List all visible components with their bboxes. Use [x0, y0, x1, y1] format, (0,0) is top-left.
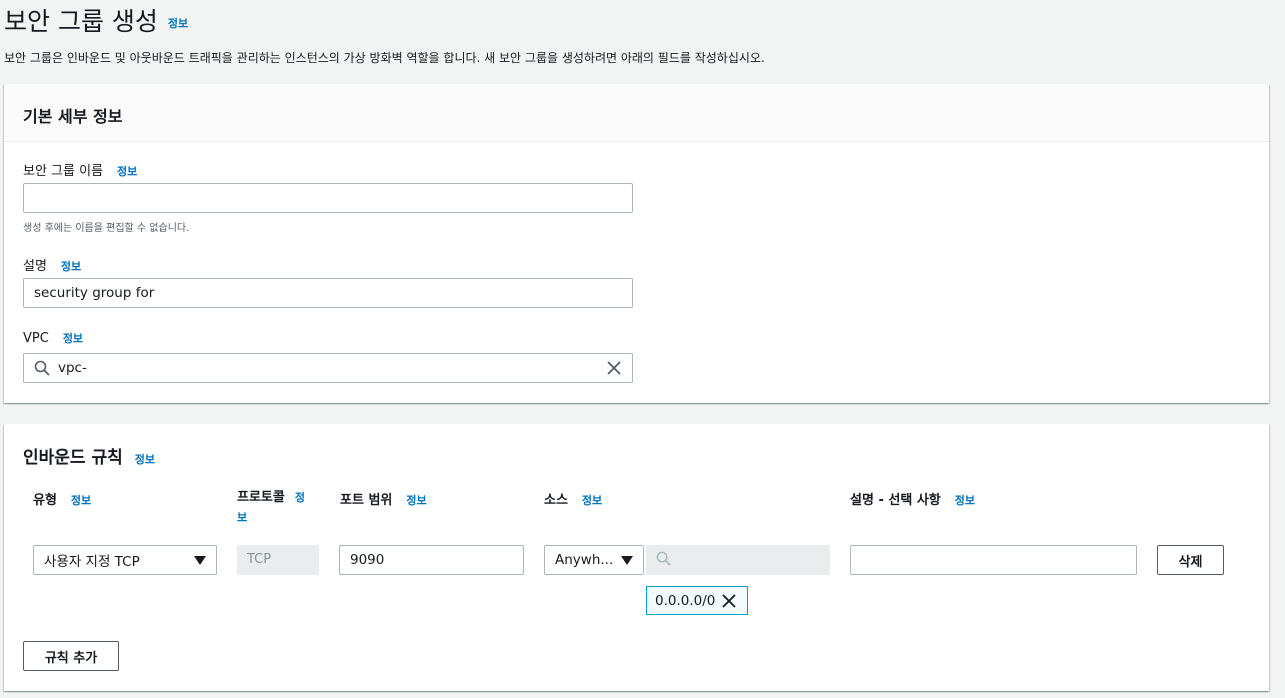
search-icon — [656, 551, 671, 566]
sg-desc-label: 설명 정보 — [23, 255, 81, 274]
sg-desc-label-text: 설명 — [23, 259, 47, 274]
inbound-info-link[interactable]: 정보 — [135, 451, 155, 467]
sg-desc-info-link[interactable]: 정보 — [61, 258, 81, 274]
remove-token-icon[interactable] — [721, 593, 737, 609]
inbound-rules-panel: 인바운드 규칙 정보 유형 정보 프로토콜 정 보 포트 범위 정보 소스 정보 … — [4, 424, 1269, 691]
col-type-label: 유형 — [33, 493, 57, 508]
col-port-label: 포트 범위 — [340, 493, 393, 508]
col-source-info-link[interactable]: 정보 — [582, 492, 602, 508]
col-protocol-header: 프로토콜 정 보 — [237, 488, 315, 528]
col-type-header: 유형 정보 — [33, 489, 91, 508]
sg-name-info-link[interactable]: 정보 — [117, 163, 137, 179]
col-desc-header: 설명 - 선택 사항 정보 — [850, 489, 975, 508]
vpc-search-value: vpc- — [58, 360, 87, 376]
vpc-label-text: VPC — [23, 331, 49, 346]
add-rule-button[interactable]: 규칙 추가 — [23, 641, 119, 671]
caret-down-icon — [621, 555, 633, 565]
rule-source-cidr-search[interactable] — [646, 545, 830, 575]
page-description: 보안 그룹은 인바운드 및 아웃바운드 트래픽을 관리하는 인스턴스의 가상 방… — [4, 51, 765, 65]
delete-rule-button[interactable]: 삭제 — [1157, 545, 1224, 575]
basic-details-heading: 기본 세부 정보 — [4, 84, 1269, 142]
cidr-token-value: 0.0.0.0/0 — [655, 592, 716, 609]
rule-desc-input[interactable] — [850, 545, 1137, 575]
clear-icon[interactable] — [606, 360, 622, 376]
inbound-rules-heading: 인바운드 규칙 정보 — [23, 443, 155, 468]
inbound-rules-title: 인바운드 규칙 — [23, 448, 123, 468]
search-icon — [34, 360, 50, 376]
col-desc-info-link[interactable]: 정보 — [955, 492, 975, 508]
rule-type-select[interactable]: 사용자 지정 TCP — [33, 545, 217, 575]
col-type-info-link[interactable]: 정보 — [71, 492, 91, 508]
sg-name-label-text: 보안 그룹 이름 — [23, 164, 104, 179]
rule-source-select[interactable]: Anywh... — [544, 545, 644, 575]
basic-details-panel: 기본 세부 정보 보안 그룹 이름 정보 생성 후에는 이름을 편집할 수 없습… — [4, 84, 1269, 403]
page-title-text: 보안 그룹 생성 — [4, 7, 158, 36]
vpc-label: VPC 정보 — [23, 330, 83, 346]
page-title-info-link[interactable]: 정보 — [168, 15, 188, 31]
sg-name-input[interactable] — [23, 183, 633, 213]
col-protocol-label: 프로토콜 — [237, 490, 285, 505]
col-desc-label: 설명 - 선택 사항 — [850, 493, 941, 508]
rule-source-value: Anywh... — [555, 552, 614, 568]
col-source-label: 소스 — [544, 493, 568, 508]
vpc-info-link[interactable]: 정보 — [63, 330, 83, 346]
rule-protocol-field: TCP — [237, 545, 319, 575]
col-source-header: 소스 정보 — [544, 489, 602, 508]
page-title: 보안 그룹 생성 정보 — [4, 2, 188, 38]
col-port-info-link[interactable]: 정보 — [406, 492, 426, 508]
col-protocol-info-link-a[interactable]: 정 — [295, 491, 305, 504]
rule-port-input[interactable] — [339, 545, 524, 575]
sg-name-label: 보안 그룹 이름 정보 — [23, 160, 137, 179]
sg-name-hint: 생성 후에는 이름을 편집할 수 없습니다. — [23, 223, 190, 234]
col-protocol-info-link-b[interactable]: 보 — [237, 511, 247, 524]
vpc-search-field[interactable]: vpc- — [23, 353, 633, 383]
rule-type-value: 사용자 지정 TCP — [44, 554, 140, 570]
caret-down-icon — [194, 555, 206, 565]
col-port-header: 포트 범위 정보 — [340, 489, 427, 508]
sg-desc-input[interactable] — [23, 278, 633, 308]
cidr-token: 0.0.0.0/0 — [646, 586, 748, 615]
